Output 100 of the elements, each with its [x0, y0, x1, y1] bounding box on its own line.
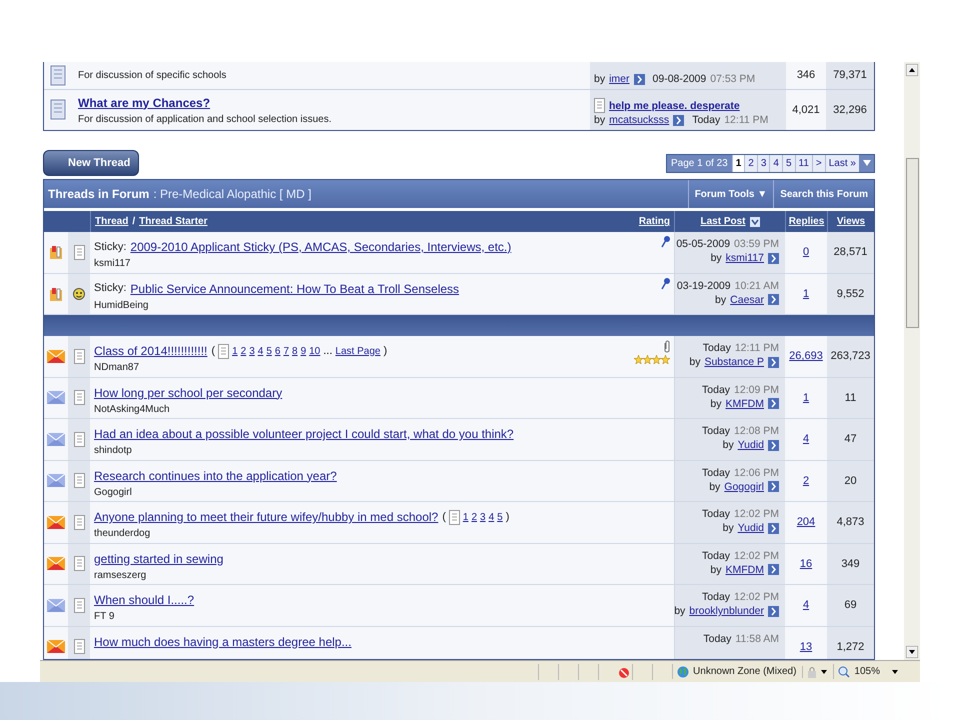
page-link[interactable]: Last »: [824, 154, 859, 172]
page-link[interactable]: 2: [744, 154, 757, 172]
thread-starter: shindotp: [94, 444, 133, 458]
scroll-up-icon[interactable]: [906, 64, 918, 76]
last-post-author[interactable]: imer: [609, 72, 630, 86]
last-post-author[interactable]: mcatsucksss: [609, 113, 670, 127]
thread-title[interactable]: How long per school per secondary: [94, 384, 282, 402]
page-link[interactable]: 6: [274, 344, 280, 358]
go-arrow-icon[interactable]: [768, 564, 779, 575]
page-link[interactable]: 1: [732, 154, 744, 172]
page-link[interactable]: 5: [266, 344, 272, 358]
thread-starter: NDman87: [94, 361, 140, 375]
go-arrow-icon[interactable]: [768, 440, 779, 450]
scroll-down-icon[interactable]: [906, 646, 918, 658]
go-arrow-icon[interactable]: [768, 356, 779, 368]
scroll-thumb[interactable]: [906, 158, 918, 328]
replies-link[interactable]: 1: [802, 286, 810, 302]
page-link[interactable]: 3: [249, 344, 255, 358]
last-post-date: Today: [703, 632, 732, 646]
page-link[interactable]: 10: [309, 344, 320, 358]
page-link[interactable]: 1: [232, 344, 238, 358]
last-post-time: 12:06 PM: [734, 466, 779, 480]
thread-starter: ramseszerg: [94, 568, 148, 582]
go-arrow-icon[interactable]: [768, 606, 779, 616]
thread-title[interactable]: Had an idea about a possible volunteer project I could start, what do you think?: [94, 425, 514, 443]
go-arrow-icon[interactable]: [768, 481, 779, 492]
by-label: by: [722, 438, 734, 452]
go-arrow-icon[interactable]: [768, 294, 779, 305]
page-link[interactable]: 9: [300, 344, 306, 358]
page-link[interactable]: 3: [480, 510, 486, 524]
page-link[interactable]: 2: [240, 344, 246, 358]
page-link[interactable]: 8: [292, 344, 298, 358]
thread-title[interactable]: Research continues into the application year?: [94, 466, 337, 484]
forum-description: For discussion of application and school selection issues.: [78, 112, 332, 126]
views-column-header[interactable]: Views: [836, 214, 866, 229]
by-label: by: [710, 562, 722, 576]
forum-tool-button[interactable]: Forum Tools ▼: [688, 180, 774, 208]
last-page-link[interactable]: Last Page: [335, 344, 380, 358]
forum-header-subtitle: : Pre-Medical Alopathic [ MD ]: [153, 186, 312, 203]
sort-icon[interactable]: [750, 216, 760, 226]
views-count: 11: [844, 390, 856, 406]
replies-column-header[interactable]: Replies: [788, 214, 824, 229]
thread-title[interactable]: getting started in sewing: [94, 550, 224, 568]
last-post-author[interactable]: Yudid: [738, 521, 764, 535]
page-link[interactable]: 1: [462, 510, 468, 524]
page-link[interactable]: 2: [471, 510, 478, 524]
last-post-author[interactable]: brooklynblunder: [689, 604, 764, 618]
last-post-column-header[interactable]: Last Post: [700, 214, 746, 229]
thread-title[interactable]: Class of 2014!!!!!!!!!!!!: [94, 342, 208, 360]
thread-title[interactable]: Public Service Announcement: How To Beat a Troll Senseless: [130, 280, 460, 298]
replies-link[interactable]: 4: [802, 597, 810, 614]
last-post-author[interactable]: KMFDM: [726, 562, 764, 576]
last-post-time: 12:02 PM: [734, 590, 779, 604]
zoom-level[interactable]: 105%: [854, 664, 880, 679]
go-arrow-icon[interactable]: [768, 398, 779, 409]
last-post-author[interactable]: Caesar: [730, 292, 764, 306]
thread-column-header[interactable]: Thread: [95, 214, 128, 229]
replies-link[interactable]: 13: [800, 638, 812, 655]
replies-link[interactable]: 4: [802, 431, 810, 448]
page-link[interactable]: >: [812, 154, 825, 172]
thread-title[interactable]: 2009-2010 Applicant Sticky (PS, AMCAS, Secondaries, Interviews, etc.): [130, 238, 512, 256]
page-link[interactable]: 4: [258, 344, 264, 358]
last-post-title[interactable]: help me please. desperate: [609, 98, 740, 112]
page-link[interactable]: 3: [756, 154, 770, 172]
forum-tool-button[interactable]: Search this Forum: [773, 180, 874, 208]
go-arrow-icon[interactable]: [768, 252, 779, 264]
page-link[interactable]: 11: [794, 154, 812, 172]
scrollbar[interactable]: [904, 62, 920, 660]
replies-link[interactable]: 0: [802, 244, 810, 260]
thread-title[interactable]: Anyone planning to meet their future wifey/hubby in med school?: [94, 508, 438, 526]
zoom-icon[interactable]: [838, 666, 850, 678]
page-menu-button[interactable]: [859, 154, 874, 172]
replies-link[interactable]: 26,693: [789, 348, 823, 364]
go-arrow-icon[interactable]: [768, 522, 779, 534]
replies-link[interactable]: 16: [800, 556, 812, 572]
dropdown-icon[interactable]: [821, 670, 828, 674]
by-label: by: [710, 251, 722, 265]
page-link[interactable]: 4: [769, 154, 782, 172]
last-post-author[interactable]: KMFDM: [726, 396, 764, 410]
last-post-author[interactable]: Substance P: [704, 355, 764, 369]
replies-link[interactable]: 2: [802, 472, 810, 489]
page-link[interactable]: 5: [497, 510, 503, 524]
ellipsis: ...: [323, 344, 332, 359]
replies-link[interactable]: 1: [802, 390, 810, 406]
last-post-author[interactable]: Gogogirl: [724, 480, 764, 494]
last-post-author[interactable]: ksmi117: [726, 251, 764, 265]
page-link[interactable]: 5: [782, 154, 795, 172]
thread-title[interactable]: When should I.....?: [94, 591, 194, 609]
new-thread-button[interactable]: New Thread: [43, 150, 140, 176]
starter-column-header[interactable]: Thread Starter: [139, 214, 208, 229]
last-post-author[interactable]: Yudid: [738, 438, 764, 452]
page-link[interactable]: 4: [488, 510, 494, 524]
forum-title[interactable]: What are my Chances?: [78, 94, 586, 112]
replies-link[interactable]: 204: [796, 514, 816, 530]
last-post-time: 03:59 PM: [734, 237, 779, 251]
last-post-date: Today: [702, 382, 730, 396]
rating-column-header[interactable]: Rating: [638, 214, 670, 229]
dropdown-icon[interactable]: [892, 670, 898, 674]
page-link[interactable]: 7: [283, 344, 289, 358]
thread-title[interactable]: How much does having a masters degree help...: [94, 632, 352, 650]
